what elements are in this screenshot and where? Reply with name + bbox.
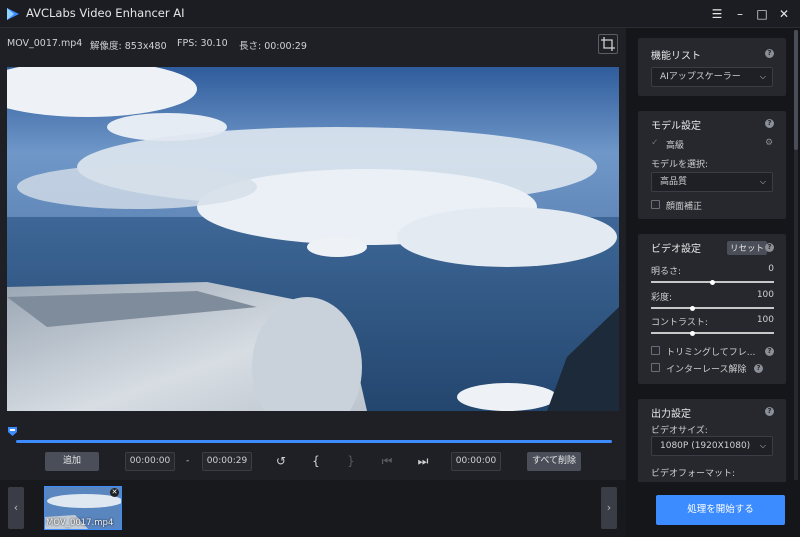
deinterlace-checkbox[interactable] [651,363,660,372]
previous-frame-icon[interactable]: ⏮ [378,453,396,470]
brightness-slider[interactable] [651,279,774,285]
chevron-down-icon: ⌵ [759,441,766,450]
time-separator: - [186,456,190,466]
face-enhance-label: 顔面補正 [666,202,703,212]
video-size-label: ビデオサイズ: [651,426,708,436]
help-icon[interactable]: ? [754,364,763,373]
saturation-label: 彩度: [651,293,673,303]
set-start-icon[interactable]: { [307,453,325,470]
function-selected: AIアップスケーラー [660,72,741,82]
video-frame [7,67,619,411]
function-select[interactable]: AIアップスケーラー ⌵ [651,67,773,87]
reset-button[interactable]: リセット [727,241,768,255]
contrast-value: 100 [756,315,774,325]
brightness-value: 0 [768,264,774,274]
help-icon[interactable]: ? [765,119,774,128]
video-panel-title: ビデオ設定 [651,244,701,255]
chevron-down-icon: ⌵ [759,177,766,186]
video-size-select[interactable]: 1080P (1920X1080) ⌵ [651,436,773,456]
duration-info: 長さ: 00:00:29 [239,41,307,52]
thumbnail-close-icon[interactable]: ✕ [110,488,119,497]
reset-time-icon[interactable]: ↺ [272,453,290,470]
timeline-marker-icon[interactable] [8,427,17,436]
help-icon[interactable]: ? [765,243,774,252]
face-enhance-checkbox[interactable] [651,200,660,209]
timeline-track[interactable] [16,440,612,443]
filmstrip-next-icon[interactable]: › [601,487,617,529]
contrast-label: コントラスト: [651,318,708,328]
app-logo-icon [7,8,19,20]
model-selected: 高品質 [660,177,688,187]
help-icon[interactable]: ? [765,49,774,58]
app-title: AVCLabs Video Enhancer AI [26,6,185,20]
slider-knob[interactable] [690,330,695,336]
video-preview[interactable] [7,67,619,411]
brightness-label: 明るさ: [651,267,682,277]
start-processing-button[interactable]: 処理を開始する [656,495,785,525]
minimize-icon[interactable]: – [730,4,750,24]
resolution-info: 解像度: 853x480 [90,41,167,52]
crop-button[interactable] [598,34,618,54]
fps-info: FPS: 30.10 [177,38,228,49]
close-icon[interactable]: ✕ [774,4,794,24]
next-frame-icon[interactable]: ⏭ [414,453,432,470]
slider-knob[interactable] [710,279,715,285]
thumbnail-label: MOV_0017.mp4 [46,518,114,528]
start-time-field[interactable]: 00:00:00 [125,452,175,471]
help-icon[interactable]: ? [765,347,774,356]
chevron-down-icon: ⌵ [759,72,766,81]
trim-checkbox[interactable] [651,346,660,355]
current-time-field: 00:00:00 [451,452,501,471]
output-panel-title: 出力設定 [651,409,691,420]
model-select-label: モデルを選択: [651,160,709,170]
advanced-label: 高級 [666,141,685,151]
file-name: MOV_0017.mp4 [7,38,83,49]
add-button[interactable]: 追加 [45,452,99,471]
end-time-field[interactable]: 00:00:29 [202,452,252,471]
scrollbar-thumb[interactable] [794,30,798,150]
model-panel-title: モデル設定 [651,121,701,132]
trim-label: トリミングしてフレ... [666,348,756,358]
function-panel-title: 機能リスト [651,51,701,62]
filmstrip-prev-icon[interactable]: ‹ [8,487,24,529]
settings-gear-icon[interactable]: ⚙ [765,138,773,148]
hamburger-menu-icon[interactable]: ☰ [707,4,727,24]
deinterlace-label: インターレース解除 [666,365,747,375]
saturation-slider[interactable] [651,305,774,311]
maximize-icon[interactable]: □ [752,4,772,24]
help-icon[interactable]: ? [765,407,774,416]
checkmark-icon: ✓ [651,138,659,148]
crop-icon [601,37,615,51]
video-size-selected: 1080P (1920X1080) [660,441,751,451]
model-select[interactable]: 高品質 ⌵ [651,172,773,192]
saturation-value: 100 [756,290,774,300]
clear-all-button[interactable]: すべて削除 [527,452,581,471]
slider-knob[interactable] [690,305,695,311]
video-format-label: ビデオフォーマット: [651,469,736,479]
contrast-slider[interactable] [651,330,774,336]
set-end-icon[interactable]: } [342,453,360,470]
